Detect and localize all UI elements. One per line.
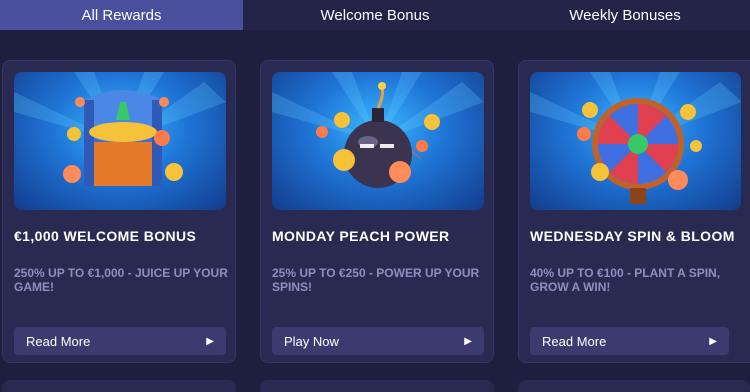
promo-card-welcome-bonus: €1,000 WELCOME BONUS 250% UP TO €1,000 -…	[2, 60, 236, 363]
promotions-grid: €1,000 WELCOME BONUS 250% UP TO €1,000 -…	[0, 58, 750, 392]
promo-description: 25% UP TO €250 - POWER UP YOUR SPINS!	[272, 266, 480, 294]
button-label: Read More	[26, 333, 91, 349]
promo-title: €1,000 WELCOME BONUS	[14, 228, 197, 244]
next-card-edge	[2, 380, 236, 392]
play-arrow-icon: ▶	[206, 335, 214, 347]
tab-all-rewards[interactable]: All Rewards	[0, 0, 243, 30]
prize-wheel-icon	[530, 72, 741, 204]
next-card-edge	[518, 380, 750, 392]
tab-welcome-bonus[interactable]: Welcome Bonus	[250, 0, 500, 30]
bomb-icon	[272, 72, 484, 188]
treasure-chest-icon	[14, 72, 226, 186]
play-arrow-icon: ▶	[709, 335, 717, 347]
play-arrow-icon: ▶	[464, 335, 472, 347]
read-more-button[interactable]: Read More ▶	[530, 327, 729, 355]
promo-image[interactable]	[272, 72, 484, 210]
promo-card-monday-peach-power: MONDAY PEACH POWER 25% UP TO €250 - POWE…	[260, 60, 494, 363]
read-more-button[interactable]: Read More ▶	[14, 327, 226, 355]
promo-card-wednesday-spin-bloom: WEDNESDAY SPIN & BLOOM 40% UP TO €100 - …	[518, 60, 750, 363]
play-now-button[interactable]: Play Now ▶	[272, 327, 484, 355]
button-label: Read More	[542, 333, 607, 349]
promo-title: MONDAY PEACH POWER	[272, 228, 450, 244]
promo-description: 40% UP TO €100 - PLANT A SPIN, GROW A WI…	[530, 266, 721, 294]
next-card-edge	[260, 380, 494, 392]
tab-bar: All Rewards Welcome Bonus Weekly Bonuses	[0, 0, 750, 30]
promo-image[interactable]	[14, 72, 226, 210]
tab-weekly-bonuses[interactable]: Weekly Bonuses	[500, 0, 750, 30]
promo-title: WEDNESDAY SPIN & BLOOM	[530, 228, 735, 244]
promo-description: 250% UP TO €1,000 - JUICE UP YOUR GAME!	[14, 266, 228, 294]
promo-image[interactable]	[530, 72, 741, 210]
button-label: Play Now	[284, 333, 339, 349]
